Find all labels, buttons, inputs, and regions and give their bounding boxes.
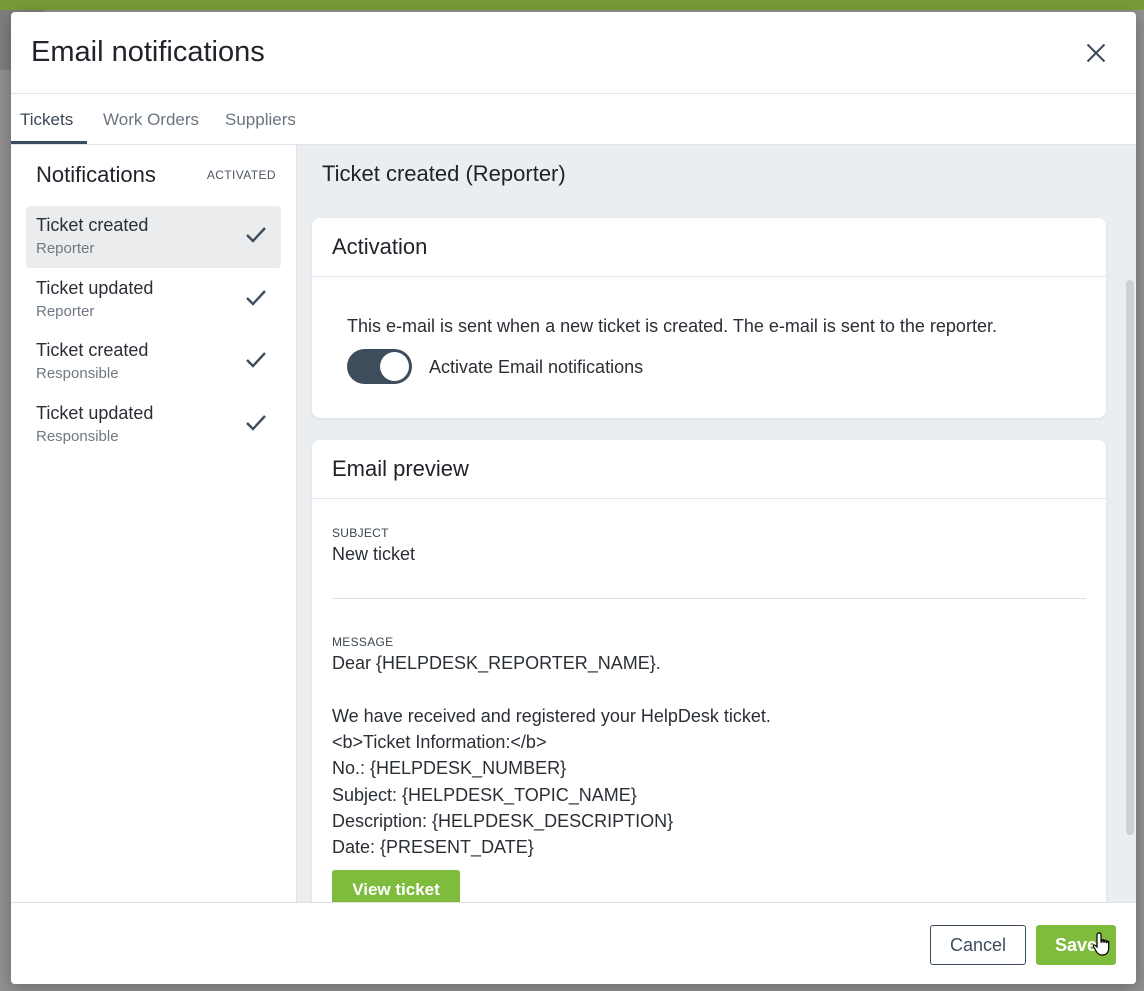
modal-title: Email notifications (31, 36, 265, 68)
tab-suppliers[interactable]: Suppliers (225, 110, 296, 130)
activation-description: This e-mail is sent when a new ticket is… (347, 316, 997, 336)
notification-item-ticket-updated-reporter[interactable]: Ticket updated Reporter (26, 269, 281, 331)
message-label: MESSAGE (332, 635, 394, 649)
notification-item-ticket-updated-responsible[interactable]: Ticket updated Responsible (26, 394, 281, 456)
notification-item-ticket-created-reporter[interactable]: Ticket created Reporter (26, 206, 281, 268)
modal-header: Email notifications (11, 12, 1136, 94)
detail-scrollbar[interactable] (1126, 280, 1134, 835)
message-line: Date: {PRESENT_DATE} (332, 837, 534, 857)
sidebar-title: Notifications (36, 162, 156, 187)
tab-work-orders[interactable]: Work Orders (103, 110, 199, 130)
activation-card: Activation This e-mail is sent when a ne… (312, 218, 1106, 418)
notification-item-ticket-created-responsible[interactable]: Ticket created Responsible (26, 331, 281, 393)
message-line: Subject: {HELPDESK_TOPIC_NAME} (332, 785, 637, 805)
notification-subtitle: Responsible (36, 428, 119, 445)
notification-title: Ticket updated (36, 278, 154, 298)
active-tab-indicator (11, 141, 87, 144)
email-preview-card-title: Email preview (332, 456, 469, 481)
check-icon (246, 227, 266, 243)
check-icon (246, 290, 266, 306)
message-line: No.: {HELPDESK_NUMBER} (332, 758, 567, 778)
subject-label: SUBJECT (332, 526, 389, 540)
activation-card-header: Activation (312, 218, 1106, 277)
preview-divider (332, 598, 1086, 599)
notification-detail-panel[interactable]: Ticket created (Reporter) Activation Thi… (297, 145, 1136, 902)
notification-subtitle: Reporter (36, 240, 95, 257)
activation-card-title: Activation (332, 234, 428, 259)
view-ticket-button[interactable]: View ticket (332, 870, 460, 902)
cancel-button[interactable]: Cancel (930, 925, 1026, 965)
toggle-knob (380, 352, 409, 381)
message-line: Description: {HELPDESK_DESCRIPTION} (332, 811, 674, 831)
notification-subtitle: Responsible (36, 365, 119, 382)
message-line: We have received and registered your Hel… (332, 706, 771, 726)
activated-column-label: ACTIVATED (206, 168, 276, 182)
background-top-bar (0, 0, 1144, 10)
tab-bar: Tickets Work Orders Suppliers (11, 94, 1136, 145)
email-preview-card: Email preview SUBJECT New ticket MESSAGE… (312, 440, 1106, 902)
email-notifications-modal: Email notifications Tickets Work Orders … (11, 12, 1136, 984)
notification-title: Ticket created (36, 215, 149, 235)
tab-tickets[interactable]: Tickets (20, 110, 73, 130)
activate-email-label: Activate Email notifications (429, 357, 644, 377)
subject-value: New ticket (332, 544, 416, 564)
hand-cursor-icon (1092, 932, 1110, 956)
check-icon (246, 352, 266, 368)
message-line: Dear {HELPDESK_REPORTER_NAME}. (332, 653, 661, 673)
check-icon (246, 415, 266, 431)
message-line: <b>Ticket Information:</b> (332, 732, 547, 752)
notification-subtitle: Reporter (36, 303, 95, 320)
activate-email-toggle[interactable] (347, 349, 412, 384)
modal-footer: Cancel Save (11, 902, 1136, 984)
close-icon[interactable] (1084, 41, 1108, 65)
email-preview-card-header: Email preview (312, 440, 1106, 499)
notification-title: Ticket updated (36, 403, 154, 423)
notification-title: Ticket created (36, 340, 149, 360)
notifications-sidebar: Notifications ACTIVATED Ticket created R… (11, 145, 297, 902)
detail-title: Ticket created (Reporter) (322, 161, 566, 186)
